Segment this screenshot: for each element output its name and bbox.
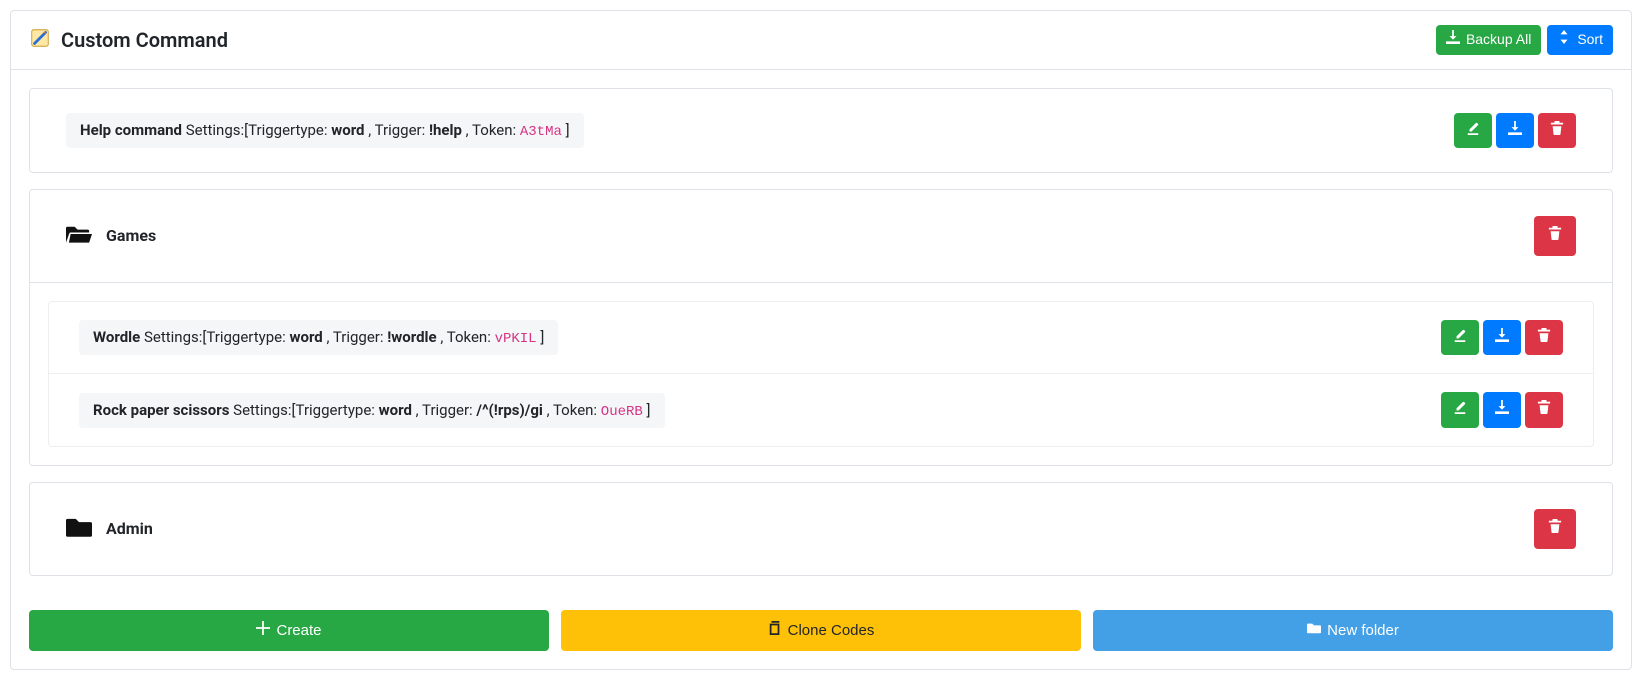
- token-label: , Token:: [543, 401, 601, 419]
- edit-button[interactable]: [1441, 320, 1479, 356]
- folder-title: Games: [106, 226, 156, 245]
- close-bracket: ]: [537, 328, 545, 346]
- edit-icon: [1466, 121, 1480, 141]
- download-icon: [1508, 121, 1522, 141]
- command-actions: [1441, 392, 1563, 428]
- folder-header-left: Admin: [66, 514, 153, 544]
- token-label: , Token:: [437, 328, 495, 346]
- download-icon: [1446, 30, 1460, 50]
- download-button[interactable]: [1483, 392, 1521, 428]
- token-value: OueRB: [601, 404, 643, 420]
- trigger-type-value: word: [379, 401, 412, 419]
- download-button[interactable]: [1483, 320, 1521, 356]
- trigger-label: , Trigger:: [323, 328, 387, 346]
- bottom-actions: Create Clone Codes New folder: [11, 610, 1631, 669]
- trash-icon: [1548, 226, 1562, 246]
- folder-icon: [1307, 620, 1321, 641]
- command-settings-pill: Rock paper scissors Settings:[Triggertyp…: [79, 393, 665, 428]
- edit-button[interactable]: [1441, 392, 1479, 428]
- clone-label: Clone Codes: [788, 620, 875, 641]
- header-left: Custom Command: [29, 27, 228, 53]
- command-name: Rock paper scissors: [93, 401, 229, 419]
- folder-icon: [66, 514, 92, 544]
- token-value: vPKIL: [495, 331, 537, 347]
- folder-open-icon: [66, 221, 92, 251]
- settings-prefix: Settings:[Triggertype:: [233, 401, 379, 419]
- new-folder-button[interactable]: New folder: [1093, 610, 1613, 651]
- settings-prefix: Settings:[Triggertype:: [144, 328, 290, 346]
- command-settings-pill: Wordle Settings:[Triggertype: word , Tri…: [79, 320, 558, 355]
- backup-all-button[interactable]: Backup All: [1436, 25, 1541, 55]
- folder-card-admin: Admin: [29, 482, 1613, 576]
- folder-body-games: Wordle Settings:[Triggertype: word , Tri…: [30, 282, 1612, 465]
- new-folder-label: New folder: [1327, 620, 1399, 641]
- page-header: Custom Command Backup All Sort: [11, 11, 1631, 70]
- edit-icon: [1453, 400, 1467, 420]
- page-title: Custom Command: [61, 28, 228, 52]
- download-button[interactable]: [1496, 113, 1534, 149]
- command-actions: [1454, 113, 1576, 149]
- create-button[interactable]: Create: [29, 610, 549, 651]
- folder-header-games[interactable]: Games: [30, 190, 1612, 282]
- close-bracket: ]: [643, 401, 651, 419]
- trigger-type-value: word: [289, 328, 322, 346]
- command-card-help: Help command Settings:[Triggertype: word…: [29, 88, 1613, 174]
- edit-button[interactable]: [1454, 113, 1492, 149]
- command-row-rps: Rock paper scissors Settings:[Triggertyp…: [49, 373, 1593, 446]
- sort-icon: [1557, 30, 1571, 50]
- token-value: A3tMa: [520, 124, 562, 140]
- folder-card-games: Games Wordle Settings:[Triggertype: word…: [29, 189, 1613, 466]
- delete-button[interactable]: [1538, 113, 1576, 149]
- trash-icon: [1550, 121, 1564, 141]
- command-actions: [1441, 320, 1563, 356]
- delete-folder-button[interactable]: [1534, 509, 1576, 549]
- header-actions: Backup All Sort: [1436, 25, 1613, 55]
- trigger-label: , Trigger:: [365, 121, 429, 139]
- trash-icon: [1537, 328, 1551, 348]
- trigger-type-value: word: [331, 121, 364, 139]
- plus-icon: [256, 620, 270, 641]
- clone-icon: [768, 620, 782, 641]
- folder-header-left: Games: [66, 221, 156, 251]
- sort-label: Sort: [1577, 30, 1603, 50]
- token-label: , Token:: [462, 121, 520, 139]
- create-label: Create: [276, 620, 321, 641]
- command-settings-pill: Help command Settings:[Triggertype: word…: [66, 113, 584, 148]
- delete-button[interactable]: [1525, 320, 1563, 356]
- command-name: Wordle: [93, 328, 140, 346]
- download-icon: [1495, 328, 1509, 348]
- trigger-value: /^(!rps)/gi: [476, 401, 542, 419]
- folder-title: Admin: [106, 519, 153, 538]
- custom-command-icon: [29, 27, 51, 53]
- delete-button[interactable]: [1525, 392, 1563, 428]
- trigger-value: !help: [429, 121, 462, 139]
- command-name: Help command: [80, 121, 182, 139]
- content-area: Help command Settings:[Triggertype: word…: [11, 70, 1631, 610]
- trigger-value: !wordle: [387, 328, 436, 346]
- page-container: Custom Command Backup All Sort Help comm…: [10, 10, 1632, 670]
- command-card-body: Help command Settings:[Triggertype: word…: [30, 89, 1612, 173]
- sort-button[interactable]: Sort: [1547, 25, 1613, 55]
- command-row-wordle: Wordle Settings:[Triggertype: word , Tri…: [49, 302, 1593, 374]
- clone-codes-button[interactable]: Clone Codes: [561, 610, 1081, 651]
- nested-card: Wordle Settings:[Triggertype: word , Tri…: [48, 301, 1594, 447]
- trash-icon: [1537, 400, 1551, 420]
- delete-folder-button[interactable]: [1534, 216, 1576, 256]
- folder-header-admin[interactable]: Admin: [30, 483, 1612, 575]
- trigger-label: , Trigger:: [412, 401, 476, 419]
- download-icon: [1495, 400, 1509, 420]
- close-bracket: ]: [562, 121, 570, 139]
- settings-prefix: Settings:[Triggertype:: [186, 121, 332, 139]
- trash-icon: [1548, 519, 1562, 539]
- edit-icon: [1453, 328, 1467, 348]
- backup-all-label: Backup All: [1466, 30, 1531, 50]
